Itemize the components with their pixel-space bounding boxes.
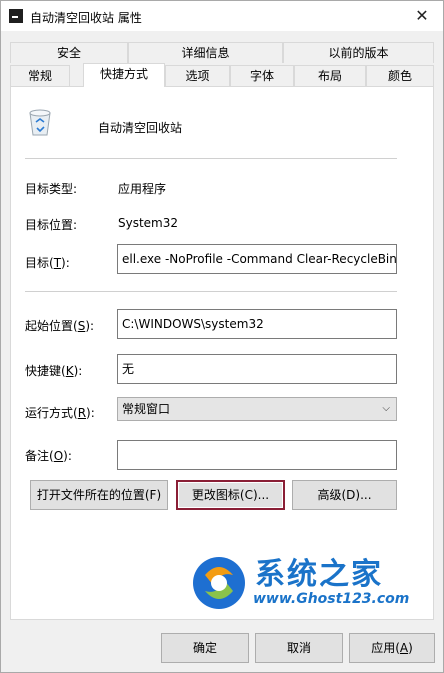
close-icon[interactable]: ✕ — [411, 6, 433, 26]
tab-general[interactable]: 常规 — [10, 65, 70, 86]
title-bar: 自动清空回收站 属性 ✕ — [1, 1, 443, 31]
watermark: 系统之家 www.Ghost123.com — [191, 549, 441, 619]
hotkey-input[interactable]: 无 — [117, 354, 397, 384]
target-type-label: 目标类型: — [25, 182, 78, 196]
tab-security[interactable]: 安全 — [10, 42, 128, 63]
recycle-bin-icon — [29, 109, 51, 136]
tab-font[interactable]: 字体 — [230, 65, 294, 86]
window-title: 自动清空回收站 属性 — [30, 11, 142, 25]
open-file-location-button[interactable]: 打开文件所在的位置(F) — [30, 480, 168, 510]
cancel-button[interactable]: 取消 — [255, 633, 343, 663]
target-type-value: 应用程序 — [118, 182, 167, 196]
watermark-url: www.Ghost123.com — [253, 591, 410, 607]
shortcut-panel — [10, 86, 434, 620]
chevron-down-icon: ⌵ — [382, 403, 390, 414]
run-select-value: 常规窗口 — [122, 402, 171, 416]
tab-shortcut[interactable]: 快捷方式 — [83, 63, 165, 87]
start-in-input[interactable]: C:\WINDOWS\system32 — [117, 309, 397, 339]
watermark-logo-icon — [193, 557, 245, 609]
target-label: 目标(T): — [25, 256, 70, 270]
change-icon-button[interactable]: 更改图标(C)... — [176, 480, 285, 510]
shortcut-name: 自动清空回收站 — [98, 121, 183, 135]
tab-colors[interactable]: 颜色 — [366, 65, 434, 86]
ok-button[interactable]: 确定 — [161, 633, 249, 663]
tab-options[interactable]: 选项 — [165, 65, 230, 86]
start-in-label: 起始位置(S): — [25, 319, 95, 333]
run-select[interactable]: 常规窗口 ⌵ — [117, 397, 397, 421]
run-label: 运行方式(R): — [25, 406, 95, 420]
tab-details[interactable]: 详细信息 — [128, 42, 283, 63]
tab-previous-versions[interactable]: 以前的版本 — [283, 42, 434, 63]
apply-button[interactable]: 应用(A) — [349, 633, 435, 663]
hotkey-label: 快捷键(K): — [25, 364, 83, 378]
comment-label: 备注(O): — [25, 449, 72, 463]
tab-layout[interactable]: 布局 — [294, 65, 366, 86]
advanced-button[interactable]: 高级(D)... — [292, 480, 397, 510]
divider — [25, 291, 397, 292]
target-location-value: System32 — [118, 216, 179, 230]
target-input[interactable]: ell.exe -NoProfile -Command Clear-Recycl… — [117, 244, 397, 274]
target-location-label: 目标位置: — [25, 218, 78, 232]
watermark-title: 系统之家 — [255, 557, 383, 592]
divider — [25, 158, 397, 159]
comment-input[interactable] — [117, 440, 397, 470]
console-app-icon — [9, 9, 23, 23]
properties-window: 自动清空回收站 属性 ✕ 安全 详细信息 以前的版本 常规 快捷方式 选项 字体… — [0, 0, 444, 673]
